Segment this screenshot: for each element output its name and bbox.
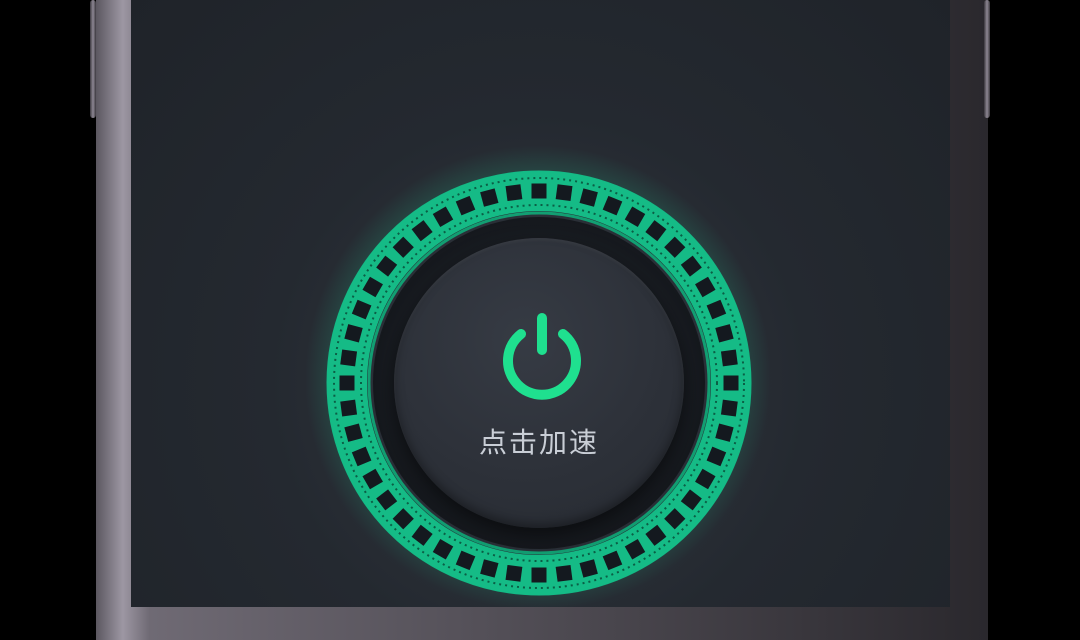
- side-button-right: [984, 0, 990, 118]
- ring-cell: [720, 349, 738, 367]
- ring-cell: [531, 567, 547, 583]
- ring-cell: [723, 375, 739, 391]
- ring-cell: [720, 399, 738, 417]
- ring-cell: [531, 183, 547, 199]
- ring-cell: [340, 399, 358, 417]
- accelerate-button[interactable]: 点击加速: [394, 238, 684, 528]
- accelerate-label: 点击加速: [478, 426, 599, 459]
- side-button-left: [90, 0, 96, 118]
- ring-cell: [505, 564, 523, 582]
- ring-cell: [555, 564, 573, 582]
- ring-cell: [340, 349, 358, 367]
- ring-cell: [555, 184, 573, 202]
- app-screen: 点击加速: [131, 0, 950, 607]
- ring-cell: [505, 184, 523, 202]
- power-icon: [503, 313, 581, 400]
- ring-cell: [339, 375, 355, 391]
